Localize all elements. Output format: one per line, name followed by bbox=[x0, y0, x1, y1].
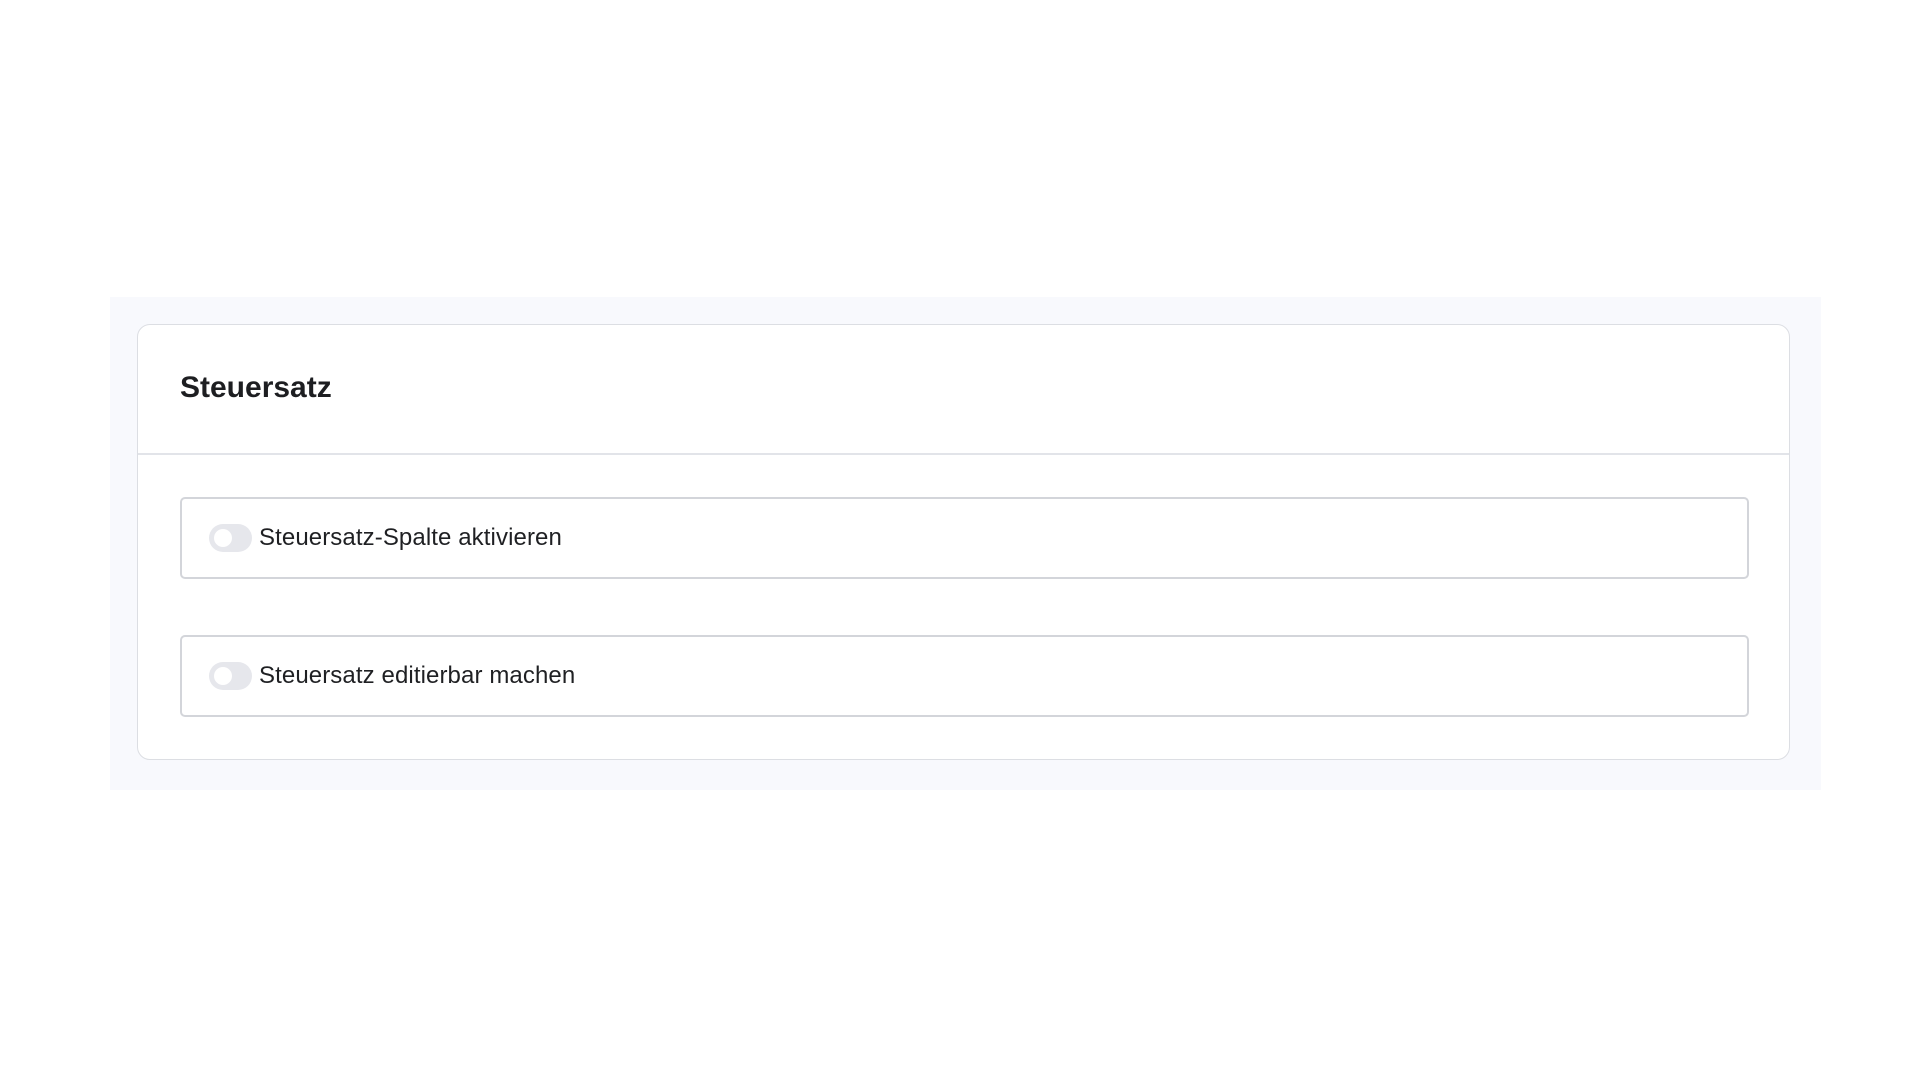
setting-label: Steuersatz editierbar machen bbox=[259, 662, 576, 689]
make-tax-editable-toggle[interactable] bbox=[209, 662, 252, 690]
setting-label: Steuersatz-Spalte aktivieren bbox=[259, 524, 562, 551]
toggle-knob bbox=[214, 529, 232, 547]
section-title: Steuersatz bbox=[180, 371, 332, 404]
setting-row-enable-tax-column[interactable]: Steuersatz-Spalte aktivieren bbox=[180, 497, 1749, 579]
toggle-knob bbox=[214, 667, 232, 685]
settings-panel: Steuersatz Steuersatz-Spalte aktivieren … bbox=[110, 297, 1821, 790]
enable-tax-column-toggle[interactable] bbox=[209, 524, 252, 552]
card-body: Steuersatz-Spalte aktivieren Steuersatz … bbox=[138, 455, 1789, 717]
tax-rate-card: Steuersatz Steuersatz-Spalte aktivieren … bbox=[137, 324, 1790, 760]
setting-row-make-tax-editable[interactable]: Steuersatz editierbar machen bbox=[180, 635, 1749, 717]
card-header: Steuersatz bbox=[138, 325, 1789, 455]
